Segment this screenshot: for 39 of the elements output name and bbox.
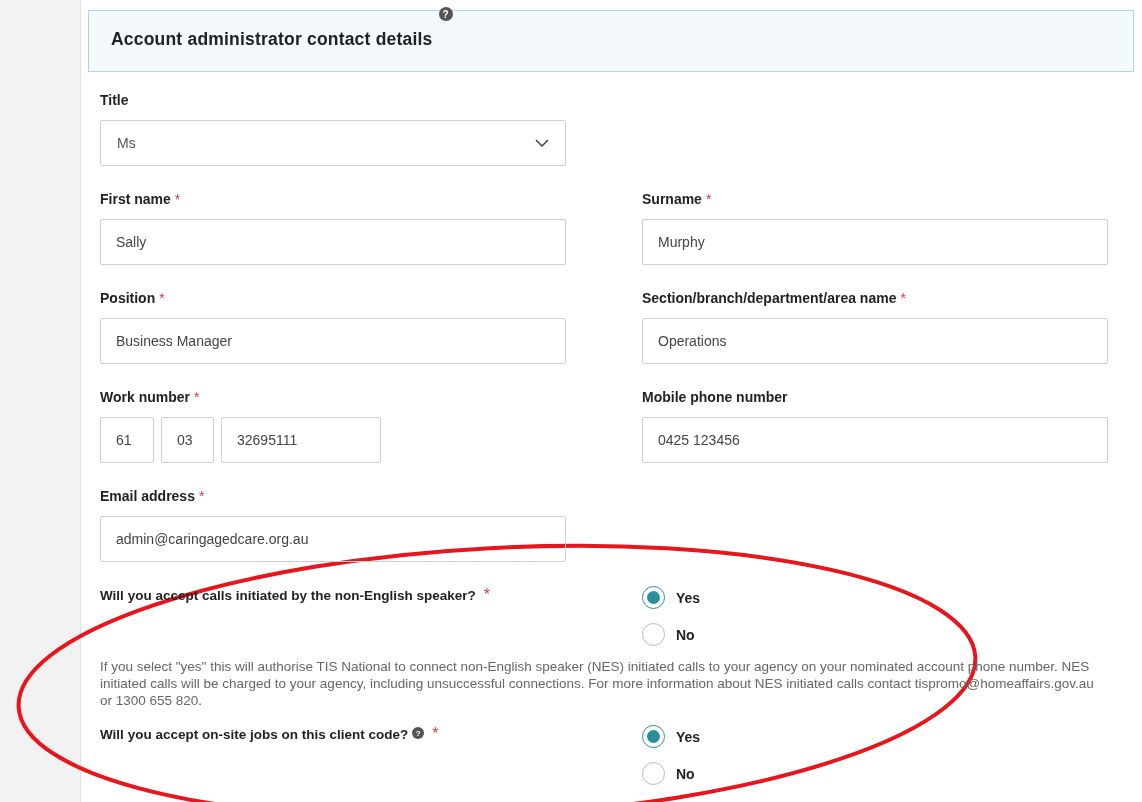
text-field[interactable]: admin@caringagedcare.org.au	[100, 516, 566, 562]
question-label: Will you accept on-site jobs on this client code?	[100, 726, 409, 742]
required-mark: *	[194, 389, 200, 405]
radio-button[interactable]	[642, 623, 665, 646]
text-field[interactable]: 0425 123456	[642, 417, 1108, 463]
field-label: First name *	[100, 191, 181, 208]
phone-field[interactable]: 03	[161, 417, 214, 463]
text-field[interactable]: Murphy	[642, 219, 1108, 265]
required-mark: *	[198, 488, 205, 504]
field-label: Mobile phone number	[642, 389, 788, 406]
phone-field[interactable]: 32695111	[221, 417, 381, 463]
field-label: Position *	[100, 290, 165, 307]
required-mark: *	[432, 725, 439, 743]
required-mark: *	[483, 586, 490, 604]
field-label: Surname *	[642, 191, 712, 208]
field-label: Section/branch/department/area name *	[642, 290, 906, 307]
required-mark: *	[159, 290, 165, 306]
field-label: Work number *	[100, 389, 200, 406]
radio-button[interactable]	[642, 762, 665, 785]
required-mark: *	[900, 290, 906, 306]
section-title: Account administrator contact details	[111, 28, 433, 50]
radio-option[interactable]: Yes	[642, 725, 701, 748]
radio-button[interactable]	[642, 586, 665, 609]
field-label: Title	[100, 92, 129, 109]
text-field[interactable]: Operations	[642, 318, 1108, 364]
chevron-down-icon	[535, 139, 549, 147]
title-select[interactable]: Ms	[100, 120, 566, 166]
radio-option[interactable]: No	[642, 623, 695, 646]
radio-button[interactable]	[642, 725, 665, 748]
text-field[interactable]: Business Manager	[100, 318, 566, 364]
required-mark: *	[705, 191, 712, 207]
field-label: Email address *	[100, 488, 205, 505]
phone-field[interactable]: 61	[100, 417, 154, 463]
help-icon[interactable]: ?	[412, 727, 425, 739]
radio-option[interactable]: No	[642, 762, 695, 785]
text-field[interactable]: Sally	[100, 219, 566, 265]
radio-option[interactable]: Yes	[642, 586, 701, 609]
required-mark: *	[174, 191, 181, 207]
help-icon[interactable]: ?	[438, 7, 453, 21]
